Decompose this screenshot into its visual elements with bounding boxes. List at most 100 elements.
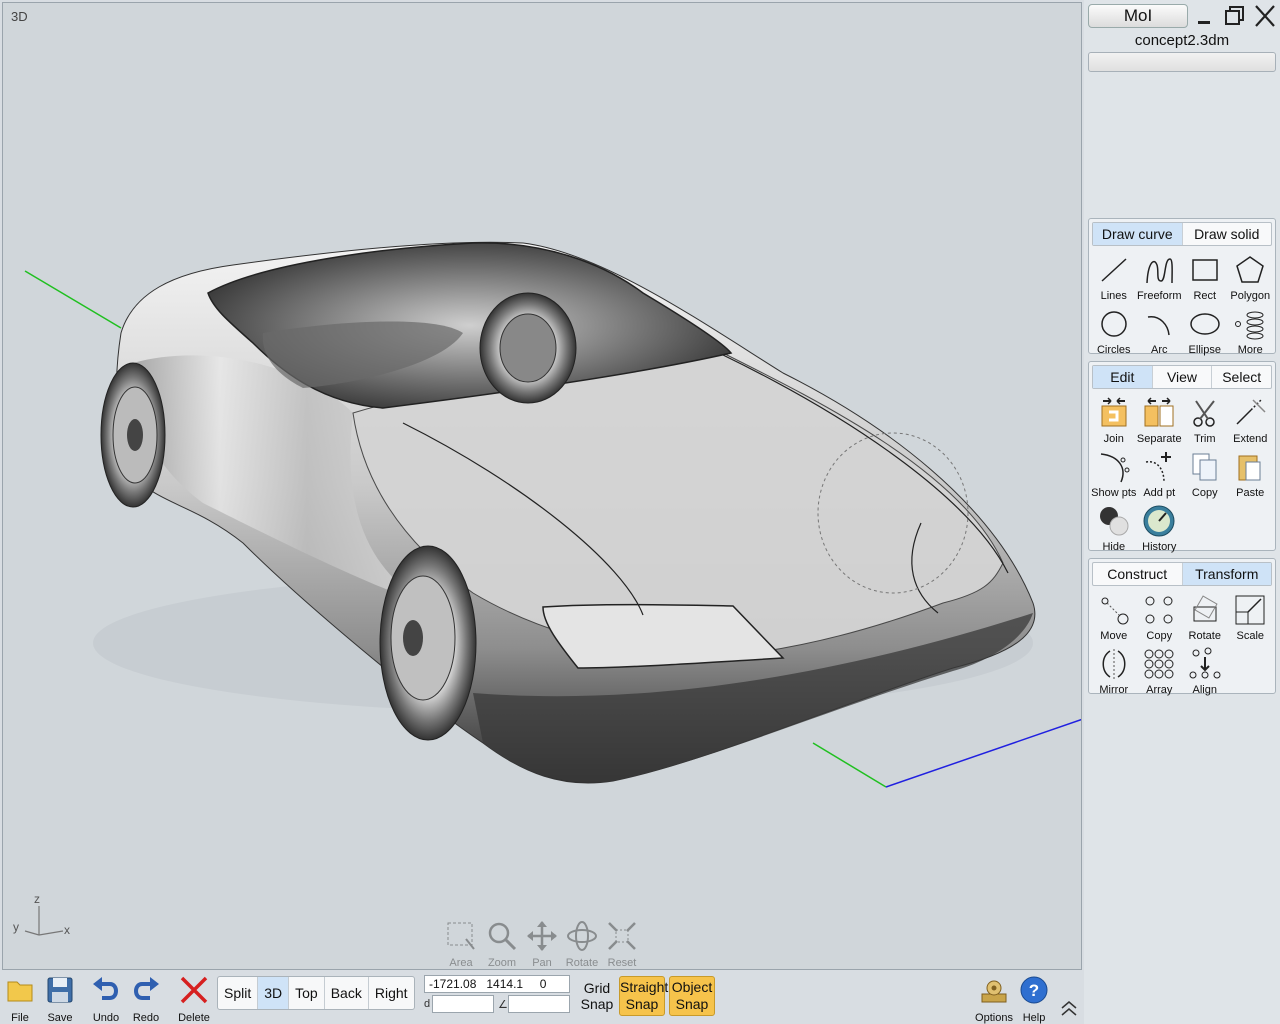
- view-3d-button[interactable]: 3D: [258, 977, 290, 1009]
- save-button[interactable]: Save: [40, 974, 80, 1024]
- coordinate-readout: -1721.08 1414.1 0: [424, 975, 570, 993]
- area-zoom-button[interactable]: Area: [441, 919, 481, 969]
- bottom-toolbar: File Save Undo Redo Delete Split 3D Top …: [0, 970, 1084, 1024]
- align-icon: [1189, 647, 1221, 679]
- copy-clipboard-tool[interactable]: Copy: [1182, 448, 1228, 502]
- copy-objects-icon: [1145, 596, 1173, 624]
- distance-tag: d: [424, 998, 431, 1010]
- polygon-icon: [1236, 256, 1265, 283]
- delete-button[interactable]: Delete: [174, 974, 214, 1024]
- rotate-object-icon: [1193, 595, 1218, 622]
- 3d-viewport[interactable]: z y x 3D Area Zoom Pan Rotate Reset: [2, 2, 1082, 970]
- circle-icon: [1101, 311, 1127, 337]
- history-tool[interactable]: History: [1137, 502, 1183, 556]
- tab-view[interactable]: View: [1153, 366, 1213, 388]
- show-pts-tool[interactable]: Show pts: [1091, 448, 1137, 502]
- help-button[interactable]: ? Help: [1014, 974, 1054, 1024]
- paste-icon: [1238, 455, 1261, 481]
- mirror-tool[interactable]: Mirror: [1091, 645, 1137, 699]
- view-back-button[interactable]: Back: [325, 977, 369, 1009]
- app-menu-button[interactable]: MoI: [1088, 4, 1188, 28]
- delete-x-icon: [180, 976, 208, 1004]
- array-tool[interactable]: Array: [1137, 645, 1183, 699]
- y-axis-line-front: [812, 742, 887, 788]
- scale-tool[interactable]: Scale: [1228, 591, 1274, 645]
- tab-transform[interactable]: Transform: [1182, 563, 1271, 585]
- move-tool[interactable]: Move: [1091, 591, 1137, 645]
- minimize-icon[interactable]: [1192, 3, 1218, 29]
- lines-tool[interactable]: Lines: [1091, 251, 1137, 305]
- tab-edit[interactable]: Edit: [1093, 366, 1153, 388]
- redo-button[interactable]: Redo: [126, 974, 166, 1024]
- file-name: concept2.3dm: [1134, 32, 1230, 49]
- angle-tag: ∠: [498, 999, 508, 1011]
- rotate-icon: [567, 921, 597, 951]
- axis-label-x: x: [64, 923, 70, 937]
- distance-input[interactable]: [432, 995, 494, 1013]
- restore-icon[interactable]: [1222, 3, 1248, 29]
- circles-tool[interactable]: Circles: [1091, 305, 1137, 359]
- axis-label-y: y: [13, 920, 19, 934]
- y-axis-line-back: [24, 270, 122, 329]
- copy-transform-tool[interactable]: Copy: [1137, 591, 1183, 645]
- polygon-tool[interactable]: Polygon: [1228, 251, 1274, 305]
- options-gear-icon: [981, 980, 1007, 1003]
- view-switcher: Split 3D Top Back Right: [217, 976, 415, 1010]
- rect-tool[interactable]: Rect: [1182, 251, 1228, 305]
- separate-tool[interactable]: Separate: [1137, 394, 1183, 448]
- mirror-icon: [1102, 649, 1126, 679]
- options-button[interactable]: Options: [974, 974, 1014, 1024]
- tab-construct[interactable]: Construct: [1093, 563, 1183, 585]
- svg-text:?: ?: [1029, 981, 1039, 1000]
- tab-select[interactable]: Select: [1212, 366, 1271, 388]
- object-snap-toggle[interactable]: Object Snap: [669, 976, 715, 1016]
- rotate-tool[interactable]: Rotate: [1182, 591, 1228, 645]
- view-split-button[interactable]: Split: [218, 977, 259, 1009]
- redo-icon: [134, 977, 159, 1000]
- panel-bottom-spacer: [1084, 970, 1280, 1024]
- extend-icon: [1236, 399, 1266, 425]
- join-tool[interactable]: Join: [1091, 394, 1137, 448]
- arc-tool[interactable]: Arc: [1137, 305, 1183, 359]
- ellipse-tool[interactable]: Ellipse: [1182, 305, 1228, 359]
- rotate-button[interactable]: Rotate: [562, 919, 602, 969]
- extend-tool[interactable]: Extend: [1228, 394, 1274, 448]
- zoom-button[interactable]: Zoom: [482, 919, 522, 969]
- hide-icon: [1099, 507, 1129, 536]
- hide-tool[interactable]: Hide: [1091, 502, 1137, 556]
- close-icon[interactable]: [1252, 3, 1278, 29]
- straight-snap-toggle[interactable]: Straight Snap: [619, 976, 668, 1016]
- tab-draw-solid[interactable]: Draw solid: [1183, 223, 1272, 245]
- axis-indicator: z y x: [13, 892, 70, 937]
- align-tool[interactable]: Align: [1182, 645, 1228, 699]
- ellipse-icon: [1190, 313, 1220, 335]
- pan-button[interactable]: Pan: [522, 919, 562, 969]
- file-button[interactable]: File: [0, 974, 40, 1024]
- grid-snap-toggle[interactable]: Grid Snap: [577, 980, 617, 1012]
- coordinate-panel: -1721.08 1414.1 0 d ∠: [424, 975, 572, 1013]
- area-zoom-icon: [447, 922, 475, 950]
- line-icon: [1101, 258, 1127, 282]
- reset-view-button[interactable]: Reset: [602, 919, 642, 969]
- add-pt-tool[interactable]: Add pt: [1137, 448, 1183, 502]
- more-tool[interactable]: More: [1228, 305, 1274, 359]
- trim-tool[interactable]: Trim: [1182, 394, 1228, 448]
- paste-tool[interactable]: Paste: [1228, 448, 1274, 502]
- freeform-tool[interactable]: Freeform: [1137, 251, 1183, 305]
- pan-arrows-icon: [527, 921, 557, 951]
- helix-icon: [1235, 311, 1264, 340]
- x-axis-line: [885, 718, 1081, 788]
- freeform-curve-icon: [1146, 258, 1174, 284]
- transform-palette: Construct Transform Move Copy Rotate Sca…: [1088, 558, 1276, 696]
- view-right-button[interactable]: Right: [369, 977, 414, 1009]
- folder-icon: [7, 981, 33, 1002]
- car-model-scene[interactable]: z y x: [3, 3, 1082, 970]
- undo-button[interactable]: Undo: [86, 974, 126, 1024]
- tab-draw-curve[interactable]: Draw curve: [1093, 223, 1183, 245]
- move-icon: [1101, 597, 1129, 625]
- angle-input[interactable]: [508, 995, 570, 1013]
- view-top-button[interactable]: Top: [289, 977, 325, 1009]
- undo-icon: [93, 977, 118, 1000]
- rectangle-icon: [1192, 259, 1218, 281]
- chevron-up-icon[interactable]: [1058, 998, 1080, 1018]
